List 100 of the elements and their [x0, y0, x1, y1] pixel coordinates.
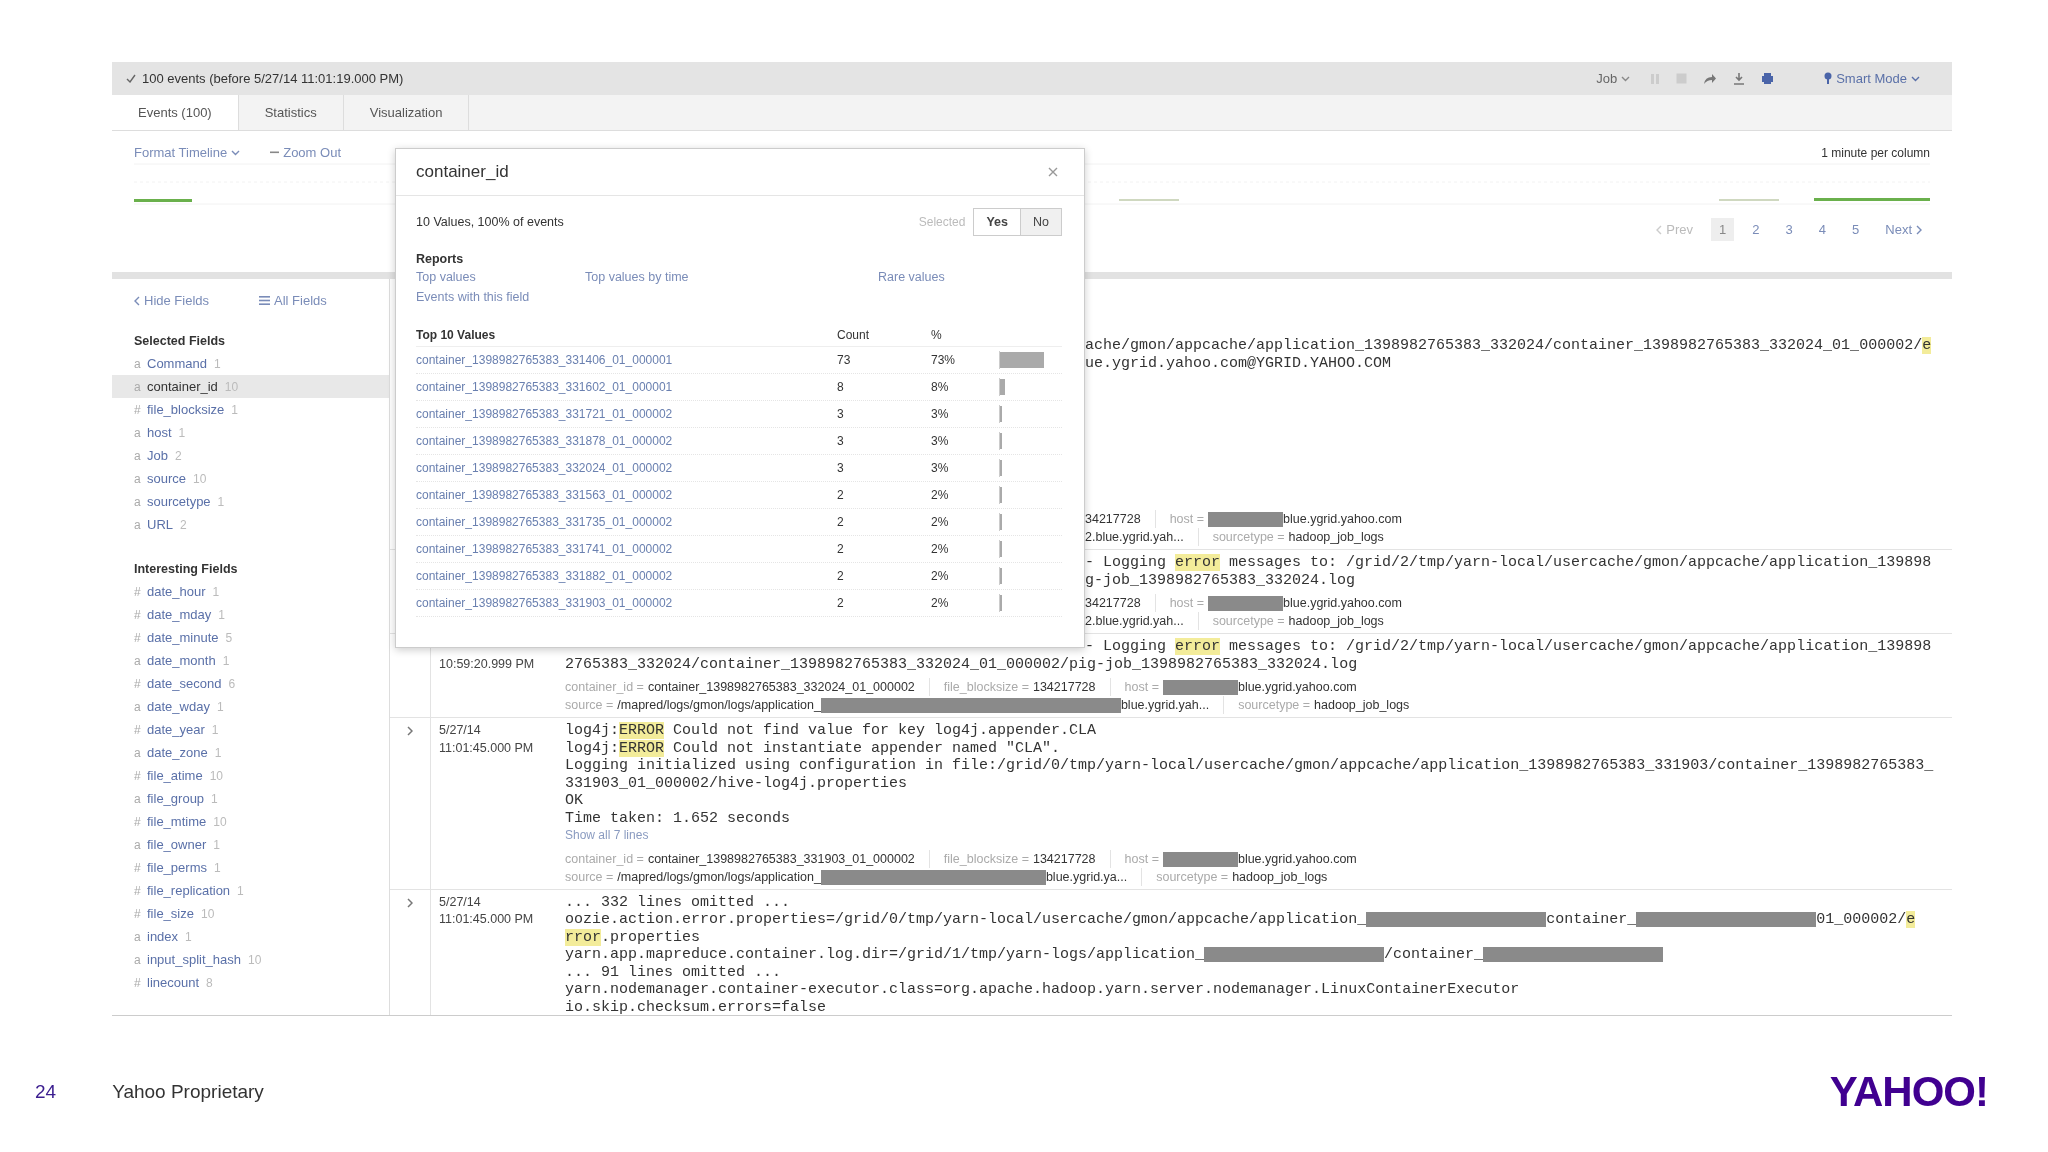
field-value: 134217728 — [1032, 851, 1096, 866]
field-value: 34217728 — [1085, 596, 1141, 610]
field-name: file_blocksize — [147, 402, 225, 417]
field-type-glyph: a — [134, 448, 142, 463]
value-link[interactable]: container_1398982765383_332024_01_000002 — [416, 461, 837, 475]
value-link[interactable]: container_1398982765383_331903_01_000002 — [416, 596, 837, 610]
show-all-link[interactable]: Show all 7 lines — [565, 828, 649, 842]
page-button[interactable]: 4 — [1810, 218, 1835, 241]
field-key: source = — [565, 869, 614, 884]
report-link[interactable]: Events with this field — [416, 290, 530, 304]
value-link[interactable]: container_1398982765383_331882_01_000002 — [416, 569, 837, 583]
field-item[interactable]: # date_mday 1 — [112, 603, 389, 626]
field-type-glyph: # — [134, 630, 142, 645]
field-value: blue.ygrid.ya... — [1045, 869, 1128, 884]
expand-chevron-icon[interactable] — [407, 897, 413, 908]
field-item[interactable]: # date_second 6 — [112, 672, 389, 695]
field-item[interactable]: a Command 1 — [112, 352, 389, 375]
field-item[interactable]: a host 1 — [112, 421, 389, 444]
field-item[interactable]: # linecount 8 — [112, 971, 389, 994]
field-item[interactable]: a date_zone 1 — [112, 741, 389, 764]
report-link[interactable]: Top values — [416, 270, 476, 284]
log-line: 331903_01_000002/hive-log4j.properties — [565, 774, 908, 792]
field-count: 1 — [231, 402, 238, 417]
tab[interactable]: Events (100) — [112, 95, 239, 130]
field-item[interactable]: a file_group 1 — [112, 787, 389, 810]
page-button[interactable]: 2 — [1744, 218, 1768, 241]
field-count: 1 — [213, 860, 221, 875]
share-icon[interactable] — [1703, 72, 1718, 85]
field-name: file_perms — [147, 860, 207, 875]
field-type-glyph: a — [134, 929, 142, 944]
field-item[interactable]: # file_mtime 10 — [112, 810, 389, 833]
percent-cell-text: 8% — [931, 380, 950, 394]
field-count: 1 — [211, 722, 219, 737]
hide-fields-link[interactable]: Hide Fields — [134, 293, 210, 308]
field-count: 10 — [209, 768, 223, 783]
field-item[interactable]: a source 10 — [112, 467, 389, 490]
field-item[interactable]: # file_atime 10 — [112, 764, 389, 787]
percent-cell-text: 2% — [931, 515, 950, 529]
log-line: ue.ygrid.yahoo.com@YGRID.YAHOO.COM — [1085, 354, 1392, 372]
all-fields-link[interactable]: All Fields — [259, 293, 327, 308]
field-value: 34217728 — [1085, 512, 1141, 526]
field-key: host = — [1169, 512, 1205, 526]
field-key: sourcetype = — [1156, 869, 1229, 884]
zoom-out-button[interactable]: Zoom Out — [270, 145, 341, 160]
next-page-link[interactable]: Next — [1877, 218, 1930, 241]
event-date: 5/27/14 — [439, 893, 482, 911]
field-item[interactable]: a index 1 — [112, 925, 389, 948]
expand-chevron-icon[interactable] — [407, 726, 413, 736]
field-item[interactable]: # date_hour 1 — [112, 580, 389, 603]
job-menu[interactable]: Job — [1592, 69, 1635, 88]
field-value: 2.blue.ygrid.yah... — [1085, 614, 1184, 628]
field-name: linecount — [147, 975, 200, 990]
field-item[interactable]: a file_owner 1 — [112, 833, 389, 856]
field-name: host — [147, 425, 172, 440]
field-name: date_second — [147, 676, 222, 691]
field-item[interactable]: # date_minute 5 — [112, 626, 389, 649]
field-name: date_zone — [147, 745, 208, 760]
field-type-glyph: a — [134, 494, 142, 509]
field-count: 10 — [247, 952, 262, 967]
field-item[interactable]: a sourcetype 1 — [112, 490, 389, 513]
percent-cell-text: 2% — [931, 488, 950, 502]
format-timeline-menu[interactable]: Format Timeline — [134, 145, 241, 160]
value-link[interactable]: container_1398982765383_331563_01_000002 — [416, 488, 837, 502]
field-item[interactable]: a input_split_hash 10 — [112, 948, 389, 971]
page-button[interactable]: 5 — [1844, 218, 1868, 241]
value-link[interactable]: container_1398982765383_331406_01_000001 — [416, 353, 837, 367]
page-button[interactable]: 3 — [1777, 218, 1801, 241]
report-link[interactable]: Top values by time — [585, 270, 689, 284]
list-icon — [259, 296, 271, 305]
field-value: blue.ygrid.yahoo.com — [1283, 512, 1402, 526]
toggle-button[interactable]: No — [1021, 208, 1062, 236]
value-link[interactable]: container_1398982765383_331878_01_000002 — [416, 434, 837, 448]
download-icon[interactable] — [1733, 72, 1746, 85]
field-value: hadoop_job_logs — [1314, 698, 1410, 712]
field-item[interactable]: a date_wday 1 — [112, 695, 389, 718]
field-item[interactable]: # file_blocksize 1 — [112, 398, 389, 421]
field-type-glyph: a — [134, 653, 142, 668]
page-button[interactable]: 1 — [1711, 218, 1735, 241]
section-heading: Selected Fields — [133, 334, 226, 348]
toggle-button[interactable]: Yes — [973, 208, 1021, 236]
log-line: io.skip.checksum.errors=false — [565, 998, 827, 1015]
field-item[interactable]: # file_perms 1 — [112, 856, 389, 879]
field-item[interactable]: a URL 2 — [112, 513, 389, 536]
field-item[interactable]: # date_year 1 — [112, 718, 389, 741]
value-link[interactable]: container_1398982765383_331735_01_000002 — [416, 515, 837, 529]
caret-icon — [1911, 75, 1920, 82]
field-item[interactable]: a Job 2 — [112, 444, 389, 467]
field-count: 1 — [222, 653, 230, 668]
value-link[interactable]: container_1398982765383_331741_01_000002 — [416, 542, 837, 556]
mode-menu[interactable]: Smart Mode — [1820, 69, 1924, 88]
field-value: hadoop_job_logs — [1232, 869, 1328, 884]
field-key: file_blocksize = — [943, 680, 1029, 694]
field-item[interactable]: a date_month 1 — [112, 649, 389, 672]
report-link[interactable]: Rare values — [878, 270, 945, 284]
field-type-glyph: # — [134, 814, 142, 829]
field-item[interactable]: # file_replication 1 — [112, 879, 389, 902]
value-link[interactable]: container_1398982765383_331602_01_000001 — [416, 380, 837, 394]
value-link[interactable]: container_1398982765383_331721_01_000002 — [416, 407, 837, 421]
field-type-glyph: a — [134, 517, 142, 532]
field-item[interactable]: # file_size 10 — [112, 902, 389, 925]
